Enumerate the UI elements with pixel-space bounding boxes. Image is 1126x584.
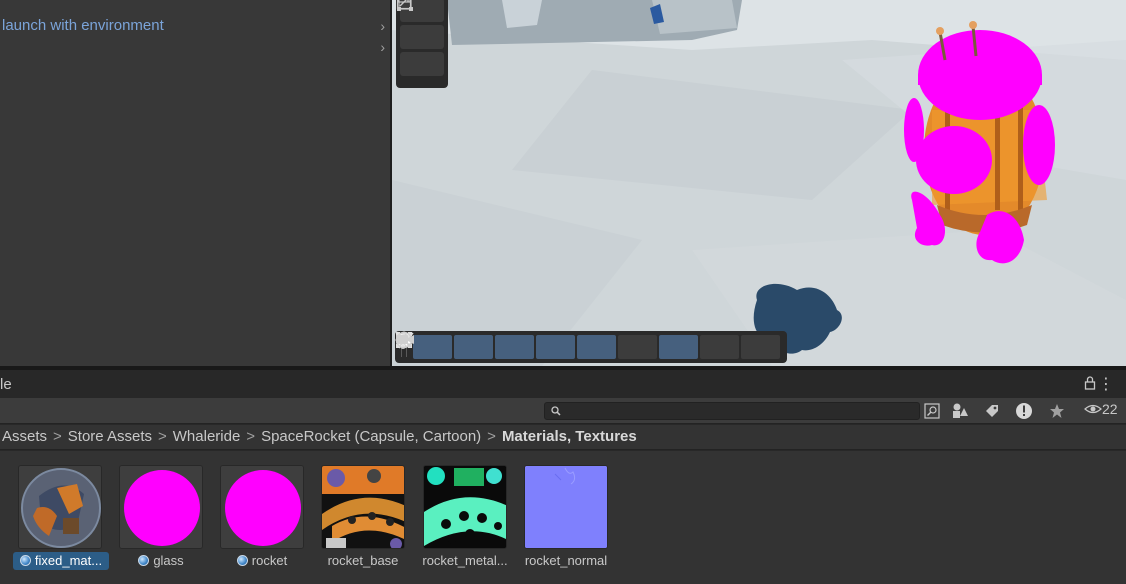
filter-by-log-button[interactable]	[1012, 401, 1036, 421]
asset-grid: fixed_mat... glass rocket rocket_base ro…	[0, 451, 1126, 584]
asset-label: rocket_metal...	[422, 553, 508, 568]
scene-view[interactable]	[392, 0, 1126, 366]
asset-label: rocket	[215, 552, 309, 570]
project-toolbar: 22	[0, 398, 1126, 424]
chevron-right-icon[interactable]: ›	[380, 16, 385, 36]
breadcrumb-item[interactable]: Whaleride	[173, 428, 241, 445]
align-button[interactable]	[397, 334, 493, 359]
material-thumbnail[interactable]	[18, 465, 102, 549]
asset-label: rocket_normal	[524, 553, 608, 568]
warning-icon	[1016, 403, 1032, 419]
hidden-packages-toggle[interactable]: 22	[1084, 401, 1118, 417]
pivot-button[interactable]	[395, 331, 698, 359]
grid-snap-button[interactable]	[397, 332, 534, 359]
favorites-button[interactable]	[1045, 401, 1069, 421]
filter-type-icon	[953, 403, 968, 418]
asset-name: glass	[153, 553, 184, 568]
material-icon	[236, 555, 248, 566]
breadcrumb-separator: >	[487, 428, 496, 445]
scale-tool-button[interactable]	[396, 0, 444, 49]
lock-icon[interactable]	[1084, 376, 1096, 395]
scene-render	[392, 0, 1126, 366]
asset-name: fixed_mat...	[34, 553, 103, 568]
scene-tools-vertical	[396, 0, 448, 88]
hierarchy-row[interactable]: ›	[0, 37, 390, 57]
rect-tool-icon	[397, 0, 413, 11]
search-in-scene-button[interactable]	[920, 401, 944, 421]
star-icon	[1050, 404, 1064, 418]
search-icon	[550, 404, 562, 422]
eye-icon	[1084, 404, 1102, 414]
hierarchy-panel: launch with environment › ›	[0, 0, 390, 366]
project-tab-title[interactable]: le	[0, 376, 12, 393]
hidden-count: 22	[1102, 401, 1118, 417]
more-options-icon[interactable]: ⋮	[1098, 374, 1114, 394]
material-thumbnail[interactable]	[220, 465, 304, 549]
project-tab-bar: le ⋮	[0, 370, 1126, 398]
shading-mode-button[interactable]	[396, 332, 575, 359]
rect-tool-button[interactable]	[397, 0, 444, 76]
navigation-button[interactable]	[395, 331, 780, 359]
breadcrumb-item[interactable]: Store Assets	[68, 428, 152, 445]
texture-thumbnail[interactable]	[524, 465, 608, 549]
breadcrumb-separator: >	[158, 428, 167, 445]
scene-overlay-toolbar	[395, 331, 787, 363]
compass-icon	[395, 331, 413, 349]
asset-name: rocket	[251, 553, 288, 568]
breadcrumb: Assets > Store Assets > Whaleride > SpaceRocke…	[0, 425, 1126, 450]
layers-button[interactable]	[396, 333, 616, 359]
texture-thumbnail[interactable]	[423, 465, 507, 549]
breadcrumb-item[interactable]: Assets	[2, 428, 47, 445]
camera-button[interactable]	[396, 335, 739, 359]
asset-label: rocket_base	[327, 553, 399, 568]
unity-editor: launch with environment › › le ⋮ 22 Asse…	[0, 0, 1126, 584]
filter-by-type-button[interactable]	[948, 401, 972, 421]
scene-search-button[interactable]	[396, 332, 657, 359]
asset-label-selected: fixed_mat...	[13, 552, 109, 570]
breadcrumb-item[interactable]: SpaceRocket (Capsule, Cartoon)	[261, 428, 481, 445]
rect-tool-button[interactable]	[396, 332, 452, 359]
hierarchy-row[interactable]: launch with environment ›	[0, 16, 390, 36]
texture-thumbnail[interactable]	[321, 465, 405, 549]
material-icon	[138, 555, 150, 566]
hierarchy-row-label: launch with environment	[2, 17, 164, 34]
breadcrumb-current[interactable]: Materials, Textures	[502, 428, 637, 445]
breadcrumb-separator: >	[246, 428, 256, 445]
filter-by-label-button[interactable]	[980, 401, 1004, 421]
tag-icon	[986, 405, 998, 417]
material-thumbnail[interactable]	[119, 465, 203, 549]
material-icon	[19, 555, 31, 566]
chevron-right-icon[interactable]: ›	[380, 37, 385, 57]
search-window-icon	[924, 403, 940, 419]
asset-label: glass	[114, 552, 208, 570]
breadcrumb-separator: >	[53, 428, 62, 445]
search-input[interactable]	[544, 402, 920, 420]
